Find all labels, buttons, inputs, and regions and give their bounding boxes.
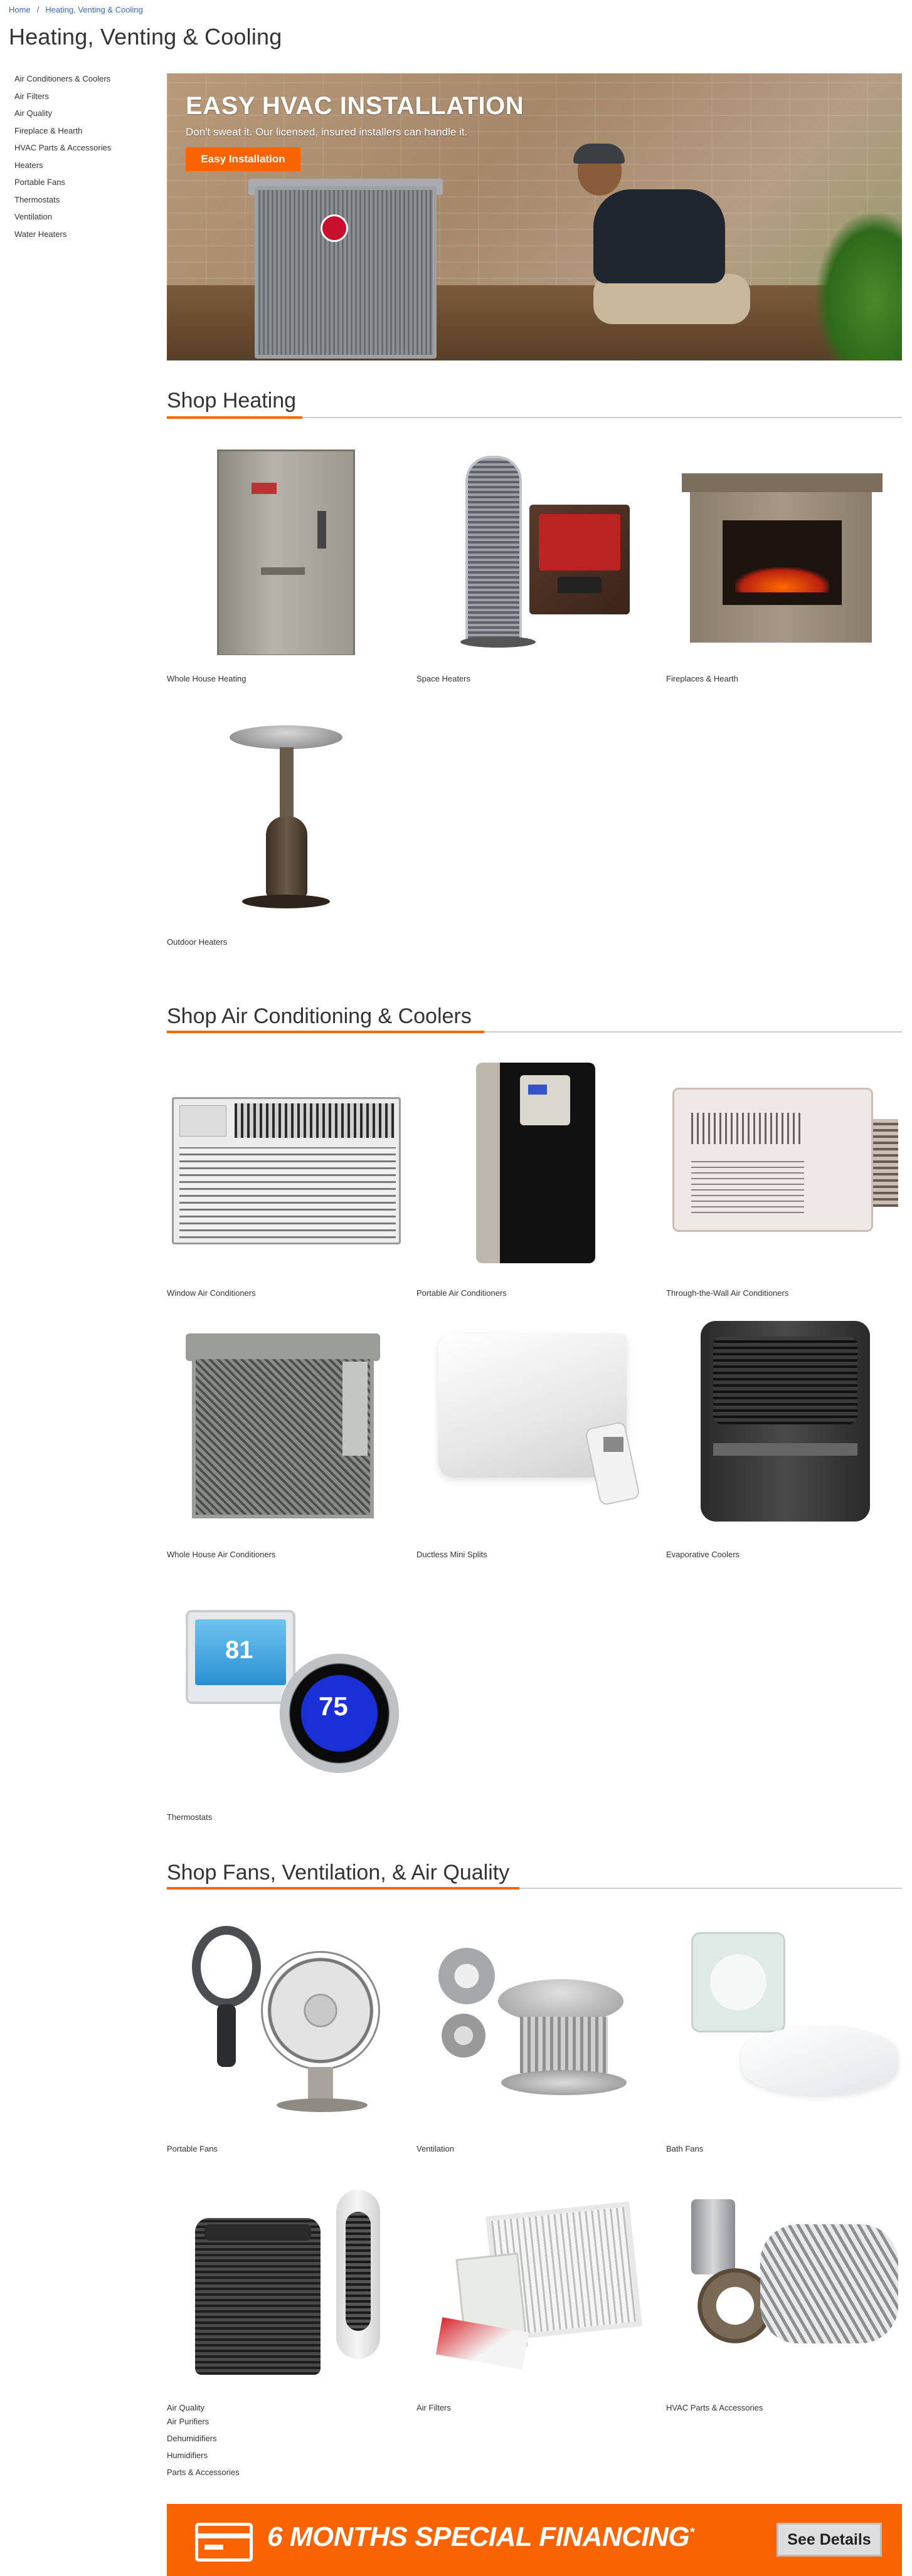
sublink-humidifiers[interactable]: Humidifiers [167, 2451, 240, 2468]
tile-hvac-parts-accessories[interactable]: HVAC Parts & Accessories [666, 2174, 904, 2412]
tile-through-the-wall-air-conditioners[interactable]: Through-the-Wall Air Conditioners [666, 1056, 904, 1298]
thermostat-image: 81 75 [167, 1579, 405, 1792]
tile-label[interactable]: Ductless Mini Splits [416, 1550, 487, 1559]
tile-space-heaters[interactable]: Space Heaters [416, 442, 655, 683]
section-accent-bar [167, 1887, 519, 1890]
tile-whole-house-air-conditioners[interactable]: Whole House Air Conditioners [167, 1318, 405, 1559]
tile-ventilation[interactable]: Ventilation [416, 1913, 655, 2153]
tile-air-filters[interactable]: Air Filters [416, 2174, 655, 2412]
condenser-image [167, 1318, 405, 1531]
tile-label[interactable]: Outdoor Heaters [167, 937, 227, 947]
sidebar-item-air-quality[interactable]: Air Quality [14, 108, 152, 125]
hero-title: EASY HVAC INSTALLATION [186, 92, 524, 120]
sublink-dehumidifiers[interactable]: Dehumidifiers [167, 2434, 240, 2451]
tile-window-air-conditioners[interactable]: Window Air Conditioners [167, 1056, 405, 1298]
tile-label[interactable]: Thermostats [167, 1812, 212, 1822]
tile-label[interactable]: Fireplaces & Hearth [666, 674, 738, 683]
breadcrumb-separator: / [36, 5, 40, 14]
sublink-air-purifiers[interactable]: Air Purifiers [167, 2417, 240, 2434]
air-filters-image [416, 2174, 655, 2387]
furnace-image [167, 442, 405, 655]
bath-fans-image [666, 1913, 904, 2127]
tile-label[interactable]: Bath Fans [666, 2144, 703, 2153]
tile-evaporative-coolers[interactable]: Evaporative Coolers [666, 1318, 904, 1559]
ventilation-image [416, 1913, 655, 2127]
hero-banner[interactable]: EASY HVAC INSTALLATION Don't sweat it. O… [167, 73, 902, 360]
section-title-cooling: Shop Air Conditioning & Coolers [167, 1004, 472, 1028]
sidebar-item-thermostats[interactable]: Thermostats [14, 194, 152, 212]
tile-portable-fans[interactable]: Portable Fans [167, 1913, 405, 2153]
sidebar-item-portable-fans[interactable]: Portable Fans [14, 177, 152, 194]
thermostat-display-b: 75 [319, 1691, 348, 1721]
credit-card-icon [195, 2523, 253, 2562]
breadcrumb-current-link[interactable]: Heating, Venting & Cooling [45, 5, 142, 14]
breadcrumb-home-link[interactable]: Home [9, 5, 31, 14]
technician-image [593, 189, 725, 283]
portable-fans-image [167, 1913, 405, 2127]
see-details-button[interactable]: See Details [777, 2523, 882, 2557]
tile-outdoor-heaters[interactable]: Outdoor Heaters [167, 703, 405, 947]
ac-unit-image [255, 186, 437, 359]
sidebar-nav: Air Conditioners & Coolers Air Filters A… [14, 73, 152, 246]
shrub-image [814, 210, 902, 360]
technician-cap [573, 144, 625, 164]
tile-label[interactable]: Whole House Air Conditioners [167, 1550, 275, 1559]
sidebar-item-air-filters[interactable]: Air Filters [14, 91, 152, 108]
sidebar-item-fireplace-hearth[interactable]: Fireplace & Hearth [14, 125, 152, 143]
hero-subtitle: Don't sweat it. Our licensed, insured in… [186, 126, 468, 138]
sidebar-item-air-conditioners-coolers[interactable]: Air Conditioners & Coolers [14, 73, 152, 91]
tile-label[interactable]: Space Heaters [416, 674, 470, 683]
air-quality-sublinks: Air Purifiers Dehumidifiers Humidifiers … [167, 2417, 240, 2484]
tile-whole-house-heating[interactable]: Whole House Heating [167, 442, 405, 683]
tile-label[interactable]: Air Filters [416, 2403, 451, 2412]
page-title: Heating, Venting & Cooling [9, 24, 282, 50]
financing-asterisk: * [689, 2525, 694, 2540]
financing-headline: 6 MONTHS SPECIAL FINANCING* [267, 2521, 694, 2553]
hvac-parts-image [666, 2174, 904, 2387]
sublink-parts-accessories[interactable]: Parts & Accessories [167, 2468, 240, 2484]
window-ac-image [167, 1056, 405, 1270]
financing-headline-text: 6 MONTHS SPECIAL FINANCING [267, 2521, 690, 2552]
easy-installation-button[interactable]: Easy Installation [186, 147, 300, 171]
space-heater-image [416, 442, 655, 655]
tile-label[interactable]: HVAC Parts & Accessories [666, 2403, 763, 2412]
tile-portable-air-conditioners[interactable]: Portable Air Conditioners [416, 1056, 655, 1298]
air-purifier-image [167, 2174, 405, 2387]
section-title-heating: Shop Heating [167, 389, 297, 413]
tile-air-quality[interactable]: Air Quality [167, 2174, 405, 2412]
tile-label[interactable]: Portable Air Conditioners [416, 1288, 507, 1298]
sidebar-item-hvac-parts[interactable]: HVAC Parts & Accessories [14, 142, 152, 160]
tile-label[interactable]: Air Quality [167, 2403, 204, 2412]
sidebar-item-water-heaters[interactable]: Water Heaters [14, 229, 152, 246]
thermostat-display-a: 81 [225, 1636, 253, 1664]
special-financing-banner[interactable]: 6 MONTHS SPECIAL FINANCING* See Details [167, 2504, 902, 2576]
sidebar-item-ventilation[interactable]: Ventilation [14, 211, 152, 229]
evaporative-cooler-image [666, 1318, 904, 1531]
tile-label[interactable]: Evaporative Coolers [666, 1550, 740, 1559]
tile-thermostats[interactable]: 81 75 Thermostats [167, 1579, 405, 1822]
breadcrumb: Home / Heating, Venting & Cooling [9, 5, 143, 14]
section-accent-bar [167, 416, 302, 419]
section-title-fans: Shop Fans, Ventilation, & Air Quality [167, 1861, 510, 1885]
tile-label[interactable]: Portable Fans [167, 2144, 218, 2153]
sidebar-item-heaters[interactable]: Heaters [14, 160, 152, 177]
tile-label[interactable]: Ventilation [416, 2144, 454, 2153]
tile-label[interactable]: Whole House Heating [167, 674, 246, 683]
portable-ac-image [416, 1056, 655, 1270]
brand-logo-icon [321, 214, 348, 242]
tile-bath-fans[interactable]: Bath Fans [666, 1913, 904, 2153]
tile-label[interactable]: Window Air Conditioners [167, 1288, 256, 1298]
fireplace-image [666, 442, 904, 655]
mini-split-image [416, 1318, 655, 1531]
tile-fireplaces-hearth[interactable]: Fireplaces & Hearth [666, 442, 904, 683]
patio-heater-image [167, 703, 405, 917]
wall-ac-image [666, 1056, 904, 1270]
tile-ductless-mini-splits[interactable]: Ductless Mini Splits [416, 1318, 655, 1559]
tile-label[interactable]: Through-the-Wall Air Conditioners [666, 1288, 788, 1298]
section-accent-bar [167, 1031, 484, 1033]
